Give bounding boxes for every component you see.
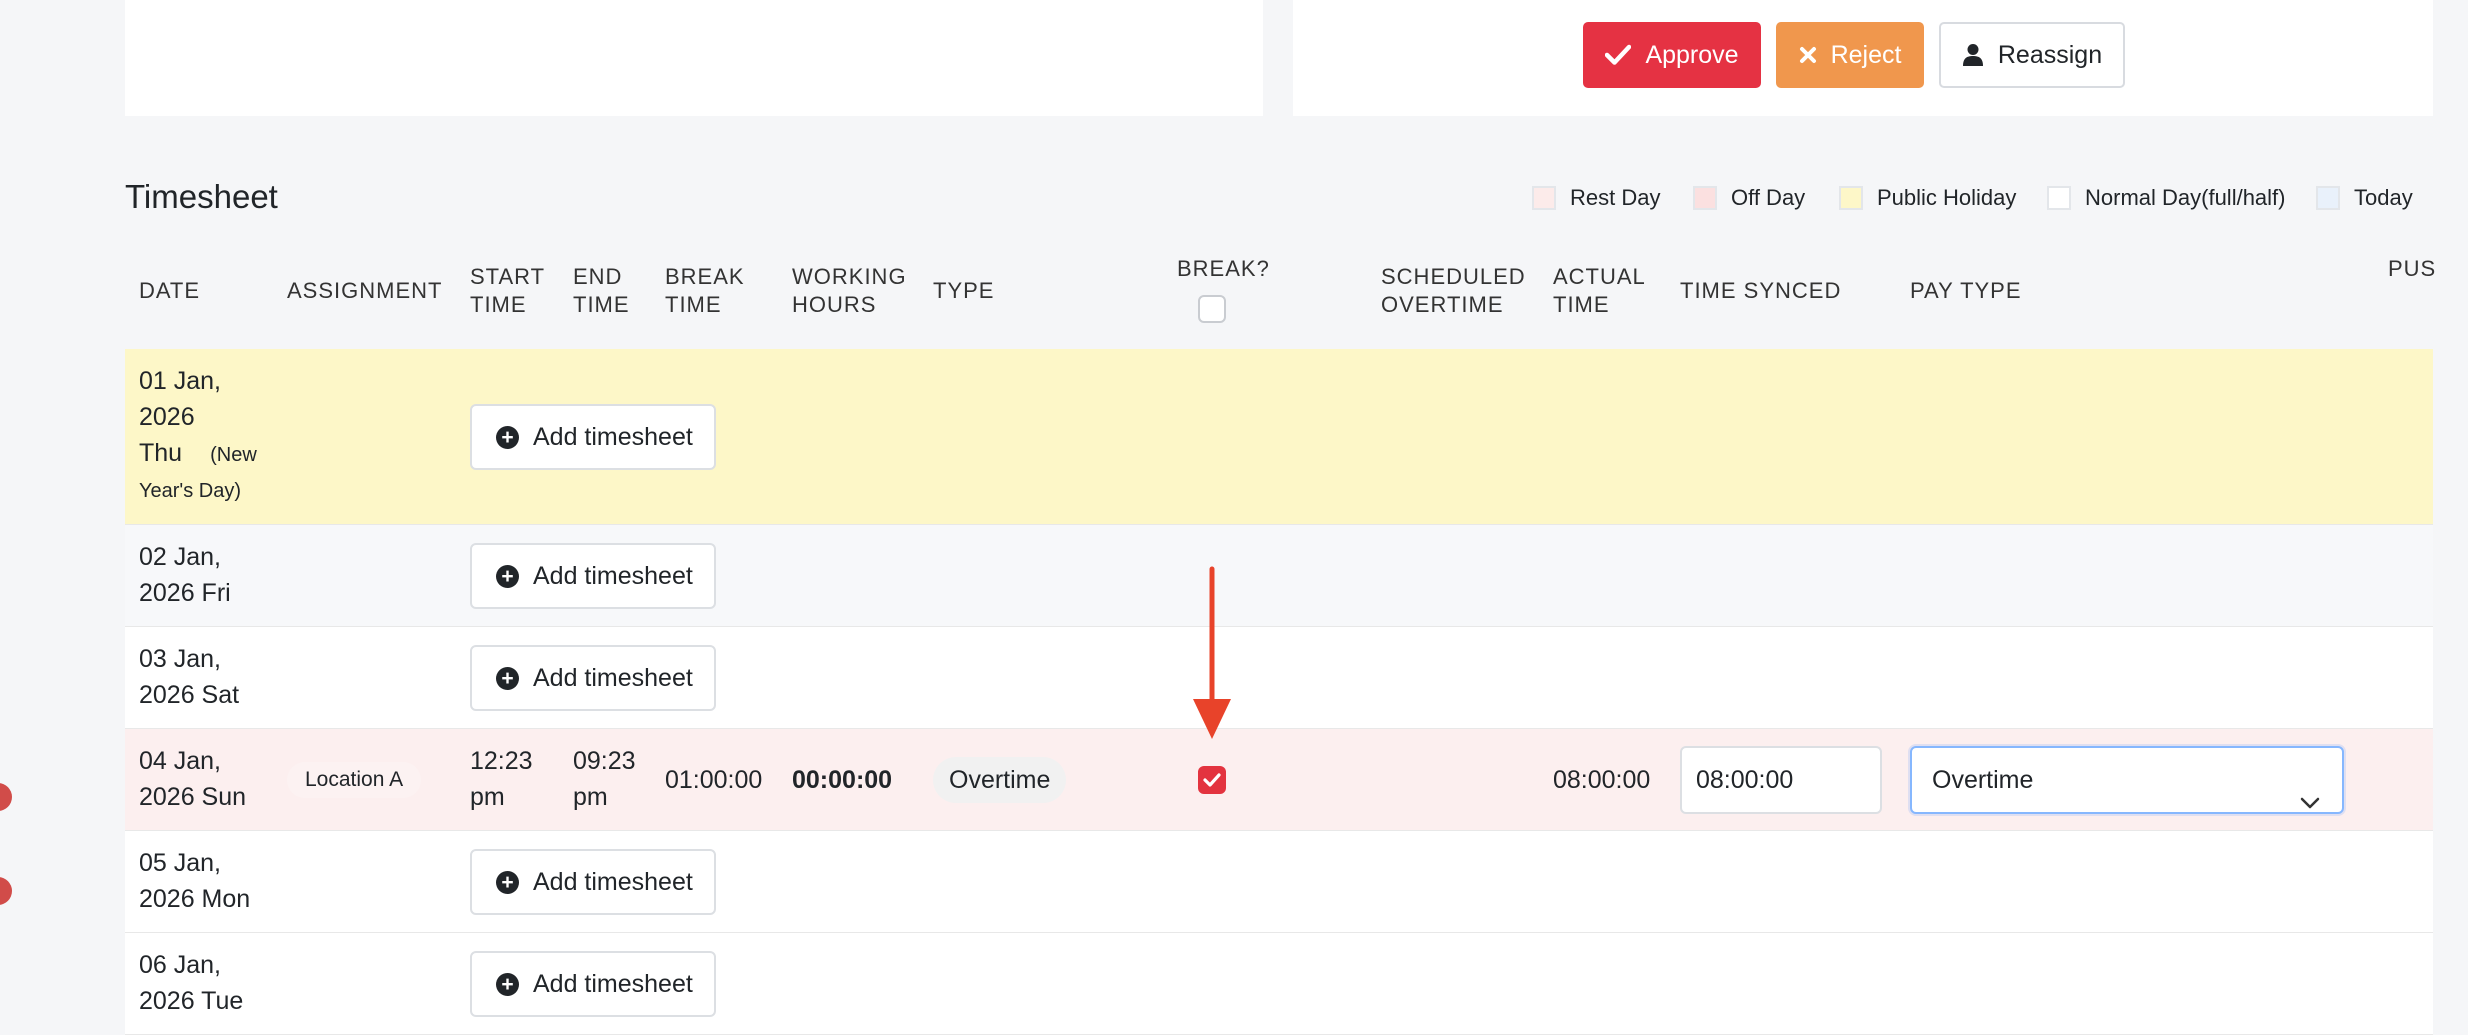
col-working-hours: WORKING HOURS xyxy=(792,264,907,317)
legend-label: Rest Day xyxy=(1570,185,1661,210)
plus-circle-icon: + xyxy=(496,564,519,588)
reject-button[interactable]: Reject xyxy=(1776,22,1924,88)
plus-circle-icon: + xyxy=(496,425,519,449)
legend-swatch xyxy=(2316,186,2340,210)
break-time: 01:00:00 xyxy=(665,766,763,794)
plus-circle-icon: + xyxy=(496,666,519,690)
row-date: 03 Jan, 2026 Sat xyxy=(139,645,240,709)
legend-swatch xyxy=(1839,186,1863,210)
add-timesheet-label: Add timesheet xyxy=(533,422,693,451)
legend-label: Off Day xyxy=(1731,185,1806,210)
start-time: 12:23 pm xyxy=(470,747,533,811)
add-timesheet-button[interactable]: + Add timesheet xyxy=(470,951,716,1017)
plus-circle-icon: + xyxy=(496,972,519,996)
col-scheduled-overtime: SCHEDULED OVERTIME xyxy=(1381,264,1526,317)
col-actual-time: ACTUAL TIME xyxy=(1553,264,1646,317)
top-left-card xyxy=(125,0,1263,116)
legend-swatch xyxy=(2047,186,2071,210)
approve-button[interactable]: Approve xyxy=(1583,22,1761,88)
table-row: 04 Jan, 2026 Sun Location A 12:23 pm 09:2… xyxy=(125,729,2433,831)
row-date: 01 Jan, 2026 Thu (New Year's Day) xyxy=(139,363,257,509)
col-push: PUS xyxy=(2388,256,2437,281)
assignment-badge: Location A xyxy=(287,762,422,798)
add-timesheet-button[interactable]: + Add timesheet xyxy=(470,645,716,711)
side-marker xyxy=(0,877,12,905)
legend-label: Today xyxy=(2354,185,2413,210)
legend-swatch xyxy=(1693,186,1717,210)
legend-today: Today xyxy=(2316,185,2413,211)
legend-rest-day: Rest Day xyxy=(1532,185,1660,211)
table-row: 02 Jan, 2026 Fri + Add timesheet xyxy=(125,525,2433,627)
table-row: 05 Jan, 2026 Mon + Add timesheet xyxy=(125,831,2433,933)
row-date: 05 Jan, 2026 Mon xyxy=(139,849,251,913)
table-row: 06 Jan, 2026 Tue + Add timesheet xyxy=(125,933,2433,1035)
row-date: 02 Jan, 2026 Fri xyxy=(139,543,231,607)
reassign-button[interactable]: Reassign xyxy=(1939,22,2125,88)
working-hours: 00:00:00 xyxy=(792,766,893,794)
legend-off-day: Off Day xyxy=(1693,185,1805,211)
break-select-all-checkbox[interactable] xyxy=(1198,295,1226,323)
legend-label: Public Holiday xyxy=(1877,185,2017,210)
side-marker xyxy=(0,783,12,811)
legend-label: Normal Day(full/half) xyxy=(2085,185,2286,210)
holiday-name-cont: Year's Day) xyxy=(139,480,242,502)
col-break-time: BREAK TIME xyxy=(665,264,745,317)
reassign-label: Reassign xyxy=(1997,40,2103,69)
legend-normal-day: Normal Day(full/half) xyxy=(2047,185,2286,211)
legend-swatch xyxy=(1532,186,1556,210)
add-timesheet-label: Add timesheet xyxy=(533,561,693,590)
plus-circle-icon: + xyxy=(496,870,519,894)
add-timesheet-label: Add timesheet xyxy=(533,969,693,998)
col-time-synced: TIME SYNCED xyxy=(1680,278,1842,303)
approve-label: Approve xyxy=(1645,40,1739,69)
add-timesheet-label: Add timesheet xyxy=(533,663,693,692)
add-timesheet-label: Add timesheet xyxy=(533,867,693,896)
time-synced-input[interactable]: 08:00:00 xyxy=(1680,746,1882,814)
pay-type-value: Overtime xyxy=(1932,766,2034,794)
col-pay-type: PAY TYPE xyxy=(1910,278,2022,303)
chevron-down-icon xyxy=(2300,770,2320,834)
col-break: BREAK? xyxy=(1177,256,1270,281)
check-icon xyxy=(1605,44,1632,66)
add-timesheet-button[interactable]: + Add timesheet xyxy=(470,404,716,470)
col-date: DATE xyxy=(139,278,201,303)
add-timesheet-button[interactable]: + Add timesheet xyxy=(470,849,716,915)
col-type: TYPE xyxy=(933,278,995,303)
end-time: 09:23 pm xyxy=(573,747,636,811)
page-title: Timesheet xyxy=(125,178,278,215)
reject-label: Reject xyxy=(1830,40,1902,69)
time-synced-value: 08:00:00 xyxy=(1696,766,1794,794)
col-end-time: END TIME xyxy=(573,264,630,317)
timesheet-table: DATE ASSIGNMENT START TIME END TIME BREAK T… xyxy=(125,233,2437,1035)
check-icon xyxy=(1203,773,1221,787)
break-checkbox[interactable] xyxy=(1198,766,1226,794)
add-timesheet-button[interactable]: + Add timesheet xyxy=(470,543,716,609)
col-start-time: START TIME xyxy=(470,264,546,317)
type-badge: Overtime xyxy=(933,757,1067,803)
table-row: 03 Jan, 2026 Sat + Add timesheet xyxy=(125,627,2433,729)
user-icon xyxy=(1962,43,1984,67)
close-icon xyxy=(1799,46,1817,64)
pay-type-select[interactable]: Overtime xyxy=(1910,746,2344,814)
row-date: 06 Jan, 2026 Tue xyxy=(139,951,244,1015)
table-row: 01 Jan, 2026 Thu (New Year's Day) + Add t… xyxy=(125,349,2433,525)
col-assignment: ASSIGNMENT xyxy=(287,278,443,303)
holiday-name: (New xyxy=(210,444,257,466)
table-header: DATE ASSIGNMENT START TIME END TIME BREAK T… xyxy=(125,233,2437,351)
row-date: 04 Jan, 2026 Sun xyxy=(139,747,247,811)
annotation-arrow xyxy=(1193,566,1231,739)
actual-time: 08:00:00 xyxy=(1553,766,1651,794)
legend-public-holiday: Public Holiday xyxy=(1839,185,2016,211)
